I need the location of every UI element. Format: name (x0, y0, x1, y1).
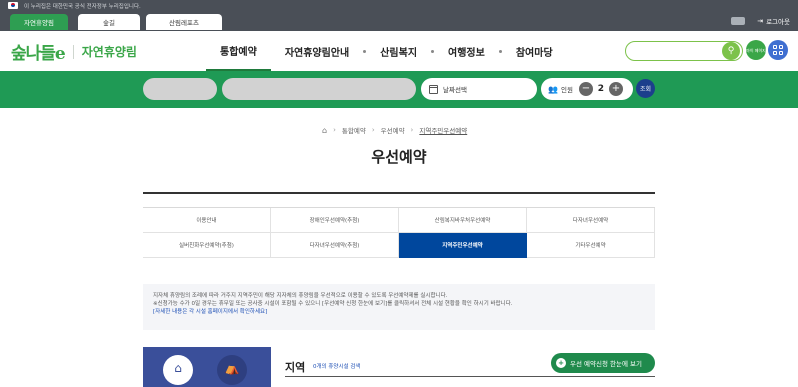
logo-text: 자연휴양림 (81, 45, 137, 59)
site-tab-leisure[interactable]: 산림레포츠 (146, 14, 222, 30)
priority-overview-button[interactable]: + 우선 예약신청 한눈에 보기 (551, 353, 655, 373)
flag-icon (8, 2, 18, 9)
user-name-redacted (731, 17, 745, 25)
tab-multichild-lottery[interactable]: 다자녀우선예약(추첨) (271, 233, 399, 258)
site-tab-forest[interactable]: 자연휴양림 (10, 14, 68, 30)
nav-forest-info[interactable]: 자연휴양림안내 (271, 31, 363, 71)
site-bar: 자연휴양림 숲길 산림레포츠 ⇥ 로그아웃 (0, 11, 798, 31)
chevron-right-icon: › (371, 126, 375, 134)
tab-other-priority[interactable]: 기타우선예약 (527, 233, 655, 258)
search-button[interactable]: 조회 (636, 79, 655, 98)
logout-label: 로그아웃 (766, 18, 790, 26)
region-select[interactable] (143, 78, 217, 100)
gov-banner-text: 이 누리집은 대한민국 공식 전자정부 누리집입니다. (24, 3, 141, 10)
tab-resident-priority[interactable]: 지역주민우선예약 (399, 233, 527, 258)
gov-banner: 이 누리집은 대한민국 공식 전자정부 누리집입니다. (0, 0, 798, 11)
home-icon[interactable]: ⌂ (322, 126, 327, 135)
logout-icon: ⇥ (757, 17, 764, 25)
tab-voucher-priority[interactable]: 산림복지바우처우선예약 (399, 208, 527, 233)
calendar-icon (429, 84, 438, 94)
breadcrumb-current[interactable]: 지역주민우선예약 (419, 125, 467, 135)
booking-bar: 날짜선택 👥 인원 − 2 + 조회 (0, 71, 798, 108)
breadcrumb: ⌂ › 통합예약 › 우선예약 › 지역주민우선예약 (322, 125, 467, 136)
notice-box: 지자체 휴양림의 조례에 따라 거주지 지역주민이 해당 지자체의 휴양림을 우… (143, 284, 655, 330)
logo-divider (72, 44, 74, 59)
forest-select[interactable] (222, 78, 416, 100)
people-count: 2 (597, 84, 605, 94)
people-selector: 👥 인원 − 2 + (541, 78, 633, 100)
divider (143, 192, 655, 194)
lodging-icon[interactable]: ⌂ (163, 355, 193, 385)
site-tab-trail[interactable]: 숲길 (78, 14, 140, 30)
date-label: 날짜선택 (443, 86, 467, 94)
menu-grid-icon[interactable] (768, 40, 788, 60)
region-title: 지역 (285, 361, 306, 374)
main-nav: 통합예약 자연휴양림안내 산림복지 여행정보 참여마당 (206, 31, 567, 71)
nav-integrated-booking[interactable]: 통합예약 (206, 31, 271, 71)
increase-button[interactable]: + (608, 82, 623, 96)
nav-travel-info[interactable]: 여행정보 (434, 31, 499, 71)
date-select[interactable]: 날짜선택 (421, 78, 537, 100)
nav-participation[interactable]: 참여마당 (502, 31, 567, 71)
subtab-grid: 이용안내 장애인우선예약(추첨) 산림복지바우처우선예약 다자녀우선예약 실버친… (143, 207, 655, 258)
breadcrumb-item[interactable]: 우선예약 (381, 125, 405, 135)
page-title: 우선예약 (371, 148, 427, 166)
priority-overview-label: 우선 예약신청 한눈에 보기 (570, 360, 642, 368)
mypage-button[interactable]: 마이 페이지 (746, 40, 766, 60)
tab-usage-guide[interactable]: 이용안내 (143, 208, 271, 233)
chevron-right-icon: › (333, 126, 336, 134)
region-count: 0개의 휴양시설 검색 (313, 364, 361, 370)
divider (285, 376, 655, 377)
header: 숲나들e 자연휴양림 통합예약 자연휴양림안내 산림복지 여행정보 참여마당 ⚲… (0, 31, 798, 71)
tab-multichild-priority[interactable]: 다자녀우선예약 (527, 208, 655, 233)
camping-icon[interactable]: ⛺ (217, 355, 247, 385)
logo[interactable]: 숲나들e 자연휴양림 (11, 39, 137, 64)
logo-mark: 숲나들e (11, 44, 66, 64)
tab-silver-priority[interactable]: 실버친화우선예약(추첨) (143, 233, 271, 258)
chevron-right-icon: › (410, 126, 414, 134)
breadcrumb-item[interactable]: 통합예약 (342, 125, 366, 135)
people-icon: 👥 (548, 84, 558, 94)
facility-type-panel: ⌂ ⛺ (143, 347, 271, 387)
notice-line: 지자체 휴양림의 조례에 따라 거주지 지역주민이 해당 지자체의 휴양림을 우… (153, 293, 448, 299)
search-icon[interactable]: ⚲ (722, 42, 740, 60)
tab-disabled-priority[interactable]: 장애인우선예약(추첨) (271, 208, 399, 233)
notice-link[interactable]: [자세한 내용은 각 시설 홈페이지에서 확인하세요] (153, 308, 645, 316)
people-label: 인원 (560, 86, 573, 94)
nav-forest-welfare[interactable]: 산림복지 (366, 31, 431, 71)
notice-line: ※신청가능 수가 0일 경우는 휴무일 또는 공사중 시설이 포함될 수 있으니… (153, 301, 513, 307)
decrease-button[interactable]: − (578, 82, 593, 96)
plus-icon: + (556, 358, 566, 368)
logout-button[interactable]: ⇥ 로그아웃 (757, 14, 790, 28)
